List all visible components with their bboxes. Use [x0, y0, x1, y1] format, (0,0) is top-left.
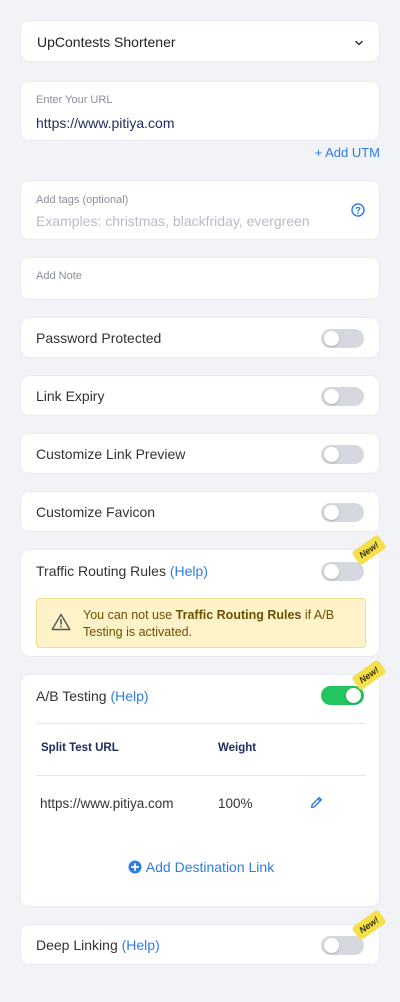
ab-testing-label: A/B Testing (Help) — [36, 688, 149, 704]
deep-linking-row: Deep Linking (Help) New! — [20, 909, 387, 965]
url-field-label: Enter Your URL — [36, 94, 113, 106]
password-protected-toggle[interactable] — [321, 329, 364, 348]
traffic-routing-label: Traffic Routing Rules (Help) — [36, 563, 208, 579]
toggle-knob — [324, 505, 339, 520]
traffic-routing-help-link[interactable]: (Help) — [170, 563, 208, 579]
password-protected-label: Password Protected — [36, 330, 162, 346]
shortener-select[interactable]: UpContests Shortener — [20, 20, 380, 62]
traffic-routing-warning: You can not use Traffic Routing Rules if… — [36, 598, 366, 648]
shortener-select-value: UpContests Shortener — [37, 34, 176, 50]
deep-linking-label: Deep Linking (Help) — [36, 937, 160, 953]
deep-linking-toggle[interactable] — [321, 936, 364, 955]
ab-testing-help-link[interactable]: (Help) — [110, 688, 148, 704]
link-expiry-row: Link Expiry — [20, 375, 380, 416]
ab-testing-card: A/B Testing (Help) New! Split Test URL W… — [20, 659, 387, 907]
note-field — [20, 257, 380, 300]
add-destination-link-label: Add Destination Link — [145, 859, 275, 875]
toggle-knob — [324, 564, 339, 579]
toggle-knob — [324, 938, 339, 953]
url-field[interactable]: Enter Your URL https://www.pitiya.com — [20, 81, 380, 141]
customize-link-preview-label: Customize Link Preview — [36, 446, 186, 462]
divider — [36, 723, 366, 724]
chevron-down-icon — [353, 36, 365, 54]
url-field-value[interactable]: https://www.pitiya.com — [36, 115, 175, 131]
customize-link-preview-row: Customize Link Preview — [20, 433, 380, 474]
add-destination-link-button[interactable]: Add Destination Link — [21, 859, 381, 877]
password-protected-row: Password Protected — [20, 317, 380, 358]
weight-header: Weight — [218, 742, 257, 754]
traffic-routing-card: Traffic Routing Rules (Help) New! You ca… — [20, 534, 387, 657]
new-badge: New! — [351, 659, 387, 691]
tags-field: Add tags (optional) — [20, 180, 380, 240]
ab-testing-toggle[interactable] — [321, 686, 364, 705]
pencil-icon[interactable] — [309, 795, 324, 815]
new-badge: New! — [351, 534, 387, 566]
warning-triangle-icon — [51, 613, 71, 636]
toggle-knob — [324, 389, 339, 404]
tags-input[interactable] — [36, 213, 326, 229]
traffic-routing-warning-text: You can not use Traffic Routing Rules if… — [83, 608, 335, 639]
toggle-knob — [346, 688, 361, 703]
split-test-url-cell: https://www.pitiya.com — [40, 796, 174, 811]
weight-cell: 100% — [218, 796, 253, 811]
divider — [36, 775, 366, 776]
link-expiry-toggle[interactable] — [321, 387, 364, 406]
note-input[interactable] — [36, 270, 356, 282]
add-utm-link[interactable]: + Add UTM — [315, 145, 380, 160]
question-circle-icon[interactable] — [351, 203, 365, 222]
new-badge: New! — [351, 909, 387, 941]
tags-field-label: Add tags (optional) — [36, 194, 129, 206]
customize-link-preview-toggle[interactable] — [321, 445, 364, 464]
deep-linking-help-link[interactable]: (Help) — [122, 937, 160, 953]
traffic-routing-toggle[interactable] — [321, 562, 364, 581]
customize-favicon-row: Customize Favicon — [20, 491, 380, 532]
link-expiry-label: Link Expiry — [36, 388, 105, 404]
split-test-url-header: Split Test URL — [41, 742, 119, 754]
customize-favicon-toggle[interactable] — [321, 503, 364, 522]
plus-circle-icon — [128, 860, 142, 877]
customize-favicon-label: Customize Favicon — [36, 504, 156, 520]
toggle-knob — [324, 331, 339, 346]
toggle-knob — [324, 447, 339, 462]
